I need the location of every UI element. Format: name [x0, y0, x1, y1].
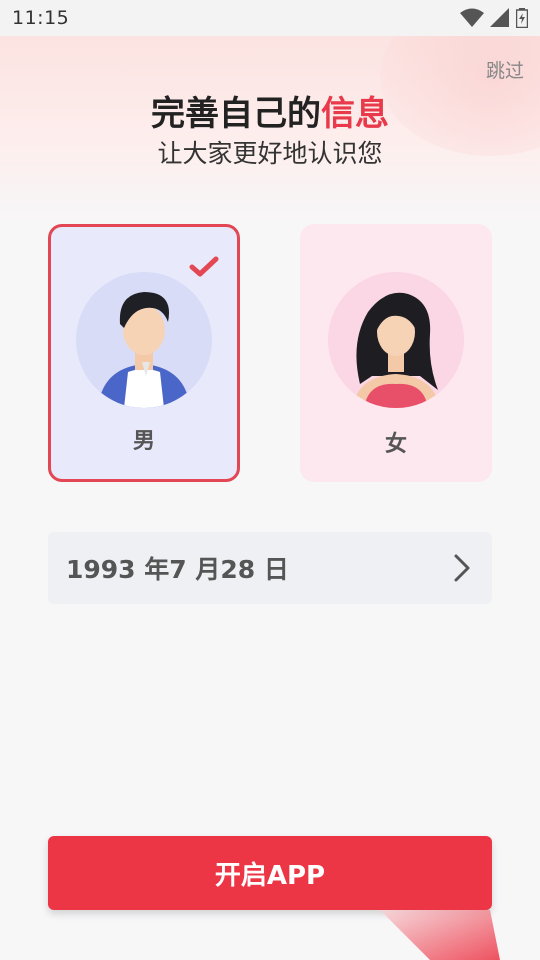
birthday-value: 1993 年7 月28 日: [66, 555, 289, 584]
skip-button[interactable]: 跳过: [486, 56, 524, 83]
page-subtitle: 让大家更好地认识您: [157, 139, 383, 168]
title-accent: 信息: [321, 94, 389, 134]
status-icons: [460, 8, 528, 28]
header-banner: 跳过 完善自己的信息 让大家更好地认识您: [0, 36, 540, 226]
male-option-card[interactable]: 男: [48, 224, 240, 482]
chevron-right-icon: [454, 554, 470, 582]
male-label: 男: [132, 429, 155, 454]
check-icon: [189, 256, 219, 277]
wifi-icon: [460, 8, 484, 27]
decorative-ribbon: [380, 910, 500, 960]
female-option-card[interactable]: 女: [300, 224, 492, 482]
battery-icon: [516, 8, 528, 28]
status-time: 11:15: [12, 7, 70, 29]
birthday-picker[interactable]: 1993 年7 月28 日: [48, 532, 492, 604]
female-avatar-illustration: [328, 272, 464, 408]
male-avatar: [76, 272, 212, 408]
male-avatar-illustration: [76, 272, 212, 408]
title-main: 完善自己的: [151, 94, 321, 134]
signal-icon: [490, 8, 509, 27]
female-avatar: [328, 272, 464, 408]
status-bar: 11:15: [0, 0, 540, 36]
page-title: 完善自己的信息: [0, 86, 540, 135]
start-app-button[interactable]: 开启APP: [48, 836, 492, 910]
female-label: 女: [384, 432, 407, 457]
